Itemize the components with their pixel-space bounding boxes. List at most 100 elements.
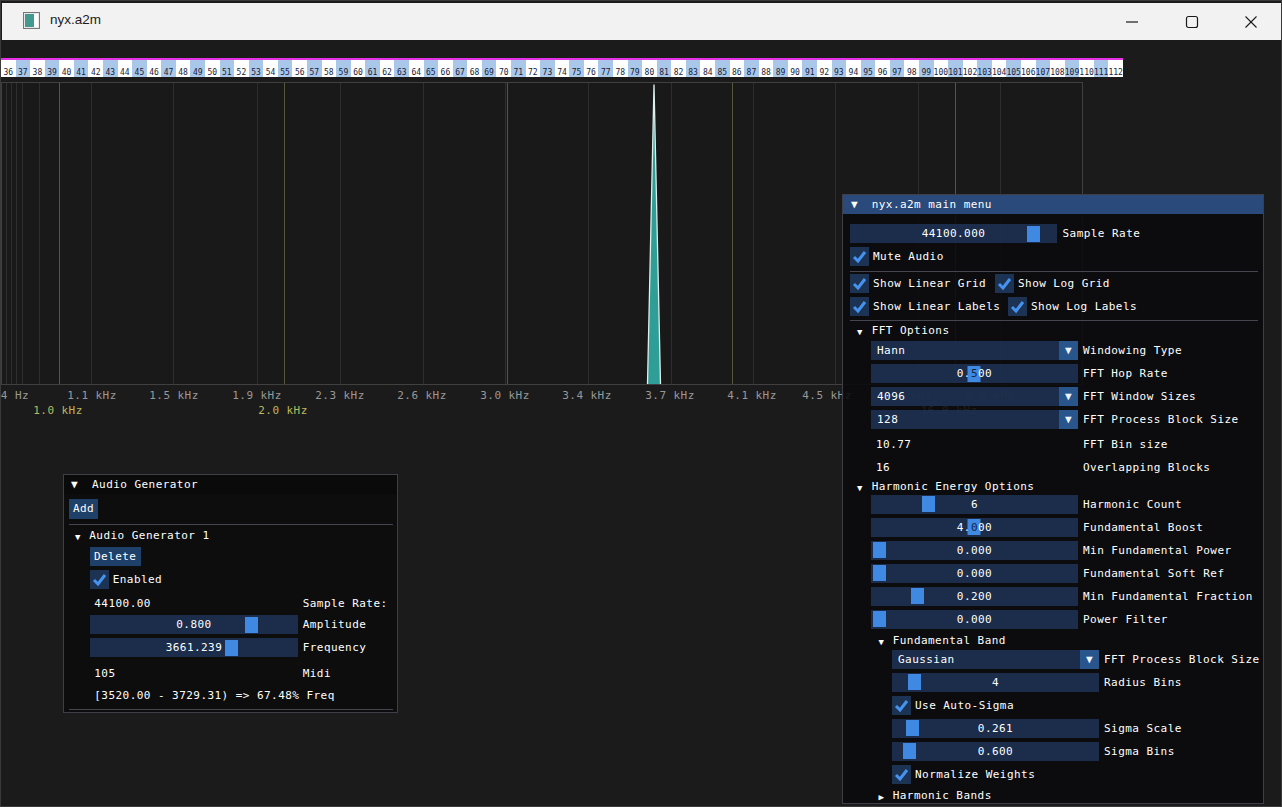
midi-note-cell[interactable]: 83 [686,60,701,77]
midi-note-cell[interactable]: 53 [249,60,264,77]
checkbox-mute-audio[interactable] [850,247,869,266]
checkbox-show-linear-grid[interactable] [850,274,869,293]
checkbox-enabled[interactable] [90,570,109,589]
slider-min-fundamental-fraction[interactable]: 0.200 [871,587,1078,606]
slider-sample-rate[interactable]: 44100.000 [850,224,1057,243]
midi-note-cell[interactable]: 61 [365,60,380,77]
midi-note-cell[interactable]: 106 [1021,60,1036,77]
midi-note-cell[interactable]: 65 [424,60,439,77]
slider-min-fundamental-power[interactable]: 0.000 [871,541,1078,560]
midi-note-cell[interactable]: 100 [934,60,949,77]
midi-note-cell[interactable]: 88 [759,60,774,77]
checkbox-normalize-weights[interactable] [892,765,911,784]
tree-node-harmonic-energy-options[interactable]: Harmonic Energy Options [872,480,1035,493]
midi-note-cell[interactable]: 37 [16,60,31,77]
midi-note-cell[interactable]: 74 [555,60,570,77]
tree-node-fft-options[interactable]: FFT Options [872,324,950,337]
slider-sigma-scale[interactable]: 0.261 [892,719,1099,738]
combo-arrow-icon[interactable]: ▼ [1059,387,1078,406]
midi-note-cell[interactable]: 94 [846,60,861,77]
midi-note-cell[interactable]: 56 [292,60,307,77]
midi-note-cell[interactable]: 85 [715,60,730,77]
midi-note-cell[interactable]: 99 [919,60,934,77]
midi-note-cell[interactable]: 76 [584,60,599,77]
midi-note-cell[interactable]: 41 [74,60,89,77]
midi-note-cell[interactable]: 48 [176,60,191,77]
midi-note-cell[interactable]: 75 [569,60,584,77]
midi-note-cell[interactable]: 93 [832,60,847,77]
midi-note-cell[interactable]: 38 [30,60,45,77]
midi-note-cell[interactable]: 36 [1,60,16,77]
midi-note-cell[interactable]: 69 [482,60,497,77]
midi-note-cell[interactable]: 107 [1036,60,1051,77]
minimize-button[interactable] [1109,3,1155,40]
midi-note-cell[interactable]: 98 [904,60,919,77]
midi-note-cell[interactable]: 84 [700,60,715,77]
tree-node-harmonic-bands[interactable]: Harmonic Bands [893,789,992,802]
midi-note-cell[interactable]: 47 [161,60,176,77]
midi-note-cell[interactable]: 59 [336,60,351,77]
main-menu-title-bar[interactable]: ▼nyx.a2m main menu [843,195,1263,214]
tree-closed-arrow-icon[interactable]: ▶ [879,792,885,802]
midi-note-cell[interactable]: 104 [992,60,1007,77]
midi-note-cell[interactable]: 108 [1050,60,1065,77]
midi-note-cell[interactable]: 109 [1065,60,1080,77]
slider-fundamental-boost[interactable]: 4.000 [871,518,1078,537]
combo-arrow-icon[interactable]: ▼ [1080,650,1099,669]
audio-generator-title-bar[interactable]: ▼Audio Generator [64,475,397,494]
midi-note-cell[interactable]: 112 [1108,60,1123,77]
midi-note-cell[interactable]: 101 [948,60,963,77]
midi-note-cell[interactable]: 97 [890,60,905,77]
midi-note-cell[interactable]: 86 [730,60,745,77]
midi-note-cell[interactable]: 105 [1006,60,1021,77]
midi-note-cell[interactable]: 111 [1094,60,1109,77]
slider-fundamental-soft-ref[interactable]: 0.000 [871,564,1078,583]
slider-radius-bins[interactable]: 4 [892,673,1099,692]
midi-note-cell[interactable]: 68 [467,60,482,77]
midi-note-cell[interactable]: 89 [773,60,788,77]
checkbox-show-log-grid[interactable] [995,274,1014,293]
slider-fft-hop-rate[interactable]: 0.500 [871,364,1078,383]
combo-windowing-type[interactable]: Hann▼ [871,341,1078,360]
tree-node-audio-generator-1[interactable]: Audio Generator 1 [89,529,209,542]
midi-note-cell[interactable]: 103 [977,60,992,77]
checkbox-show-log-labels[interactable] [1008,297,1027,316]
midi-note-cell[interactable]: 44 [118,60,133,77]
midi-note-cell[interactable]: 52 [234,60,249,77]
checkbox-show-linear-labels[interactable] [850,297,869,316]
midi-note-cell[interactable]: 70 [496,60,511,77]
midi-note-cell[interactable]: 90 [788,60,803,77]
slider-power-filter[interactable]: 0.000 [871,610,1078,629]
tree-open-arrow-icon[interactable]: ▼ [879,637,885,647]
midi-note-cell[interactable]: 40 [59,60,74,77]
midi-note-cell[interactable]: 58 [322,60,337,77]
midi-note-cell[interactable]: 95 [861,60,876,77]
midi-note-cell[interactable]: 77 [598,60,613,77]
combo-fft-window-sizes[interactable]: 4096▼ [871,387,1078,406]
midi-note-cell[interactable]: 54 [263,60,278,77]
slider-harmonic-count[interactable]: 6 [871,495,1078,514]
midi-note-cell[interactable]: 66 [438,60,453,77]
combo-arrow-icon[interactable]: ▼ [1059,341,1078,360]
close-button[interactable] [1228,3,1274,40]
slider-frequency[interactable]: 3661.239 [90,638,297,657]
combo-arrow-icon[interactable]: ▼ [1059,410,1078,429]
midi-note-cell[interactable]: 102 [963,60,978,77]
midi-note-cell[interactable]: 57 [307,60,322,77]
midi-note-cell[interactable]: 42 [88,60,103,77]
tree-node-fundamental-band[interactable]: Fundamental Band [893,634,1006,647]
slider-amplitude[interactable]: 0.800 [90,615,297,634]
maximize-button[interactable] [1169,3,1215,40]
slider-sigma-bins[interactable]: 0.600 [892,742,1099,761]
midi-note-cell[interactable]: 110 [1079,60,1094,77]
midi-note-cell[interactable]: 71 [511,60,526,77]
midi-note-cell[interactable]: 73 [540,60,555,77]
midi-note-cell[interactable]: 91 [802,60,817,77]
midi-note-cell[interactable]: 96 [875,60,890,77]
midi-note-cell[interactable]: 87 [744,60,759,77]
tree-open-arrow-icon[interactable]: ▼ [857,483,863,493]
midi-note-cell[interactable]: 51 [220,60,235,77]
midi-note-cell[interactable]: 79 [628,60,643,77]
checkbox-use-auto-sigma[interactable] [892,696,911,715]
midi-note-cell[interactable]: 55 [278,60,293,77]
